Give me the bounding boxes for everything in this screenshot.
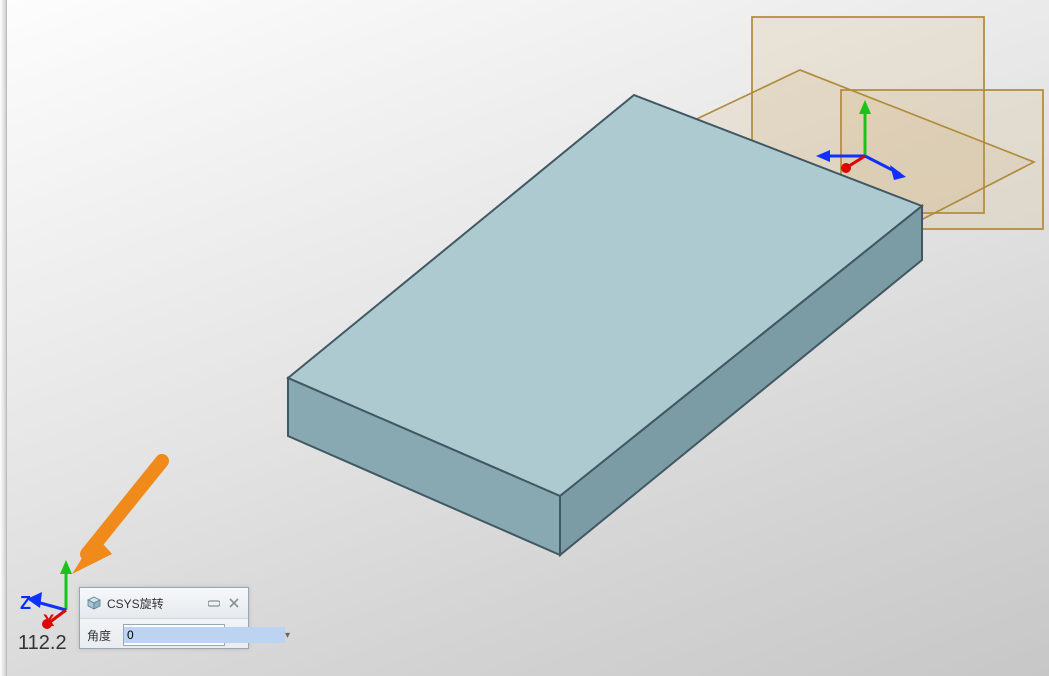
axis-label-z: Z [20, 593, 31, 614]
viewport-3d[interactable]: Z X 112.2 CSYS旋转 角度 ▾ [0, 0, 1049, 676]
csys-origin [816, 100, 906, 180]
status-readout: 112.2 [18, 632, 67, 655]
chevron-down-icon[interactable]: ▾ [285, 630, 290, 641]
dialog-body: 角度 ▾ [80, 619, 248, 651]
left-panel-strip [0, 0, 7, 676]
axis-label-x: X [43, 611, 54, 631]
dialog-title: CSYS旋转 [107, 595, 202, 612]
angle-combo[interactable]: ▾ [123, 624, 225, 646]
angle-input[interactable] [124, 627, 285, 643]
scene-svg [0, 0, 1049, 676]
close-icon[interactable] [226, 596, 242, 610]
csys-rotate-dialog[interactable]: CSYS旋转 角度 ▾ [79, 587, 249, 649]
cube-icon [86, 595, 102, 611]
dialog-collapse-icon[interactable] [206, 596, 222, 610]
dialog-titlebar[interactable]: CSYS旋转 [80, 588, 248, 619]
angle-label: 角度 [87, 627, 111, 644]
annotation-arrow [72, 461, 162, 574]
